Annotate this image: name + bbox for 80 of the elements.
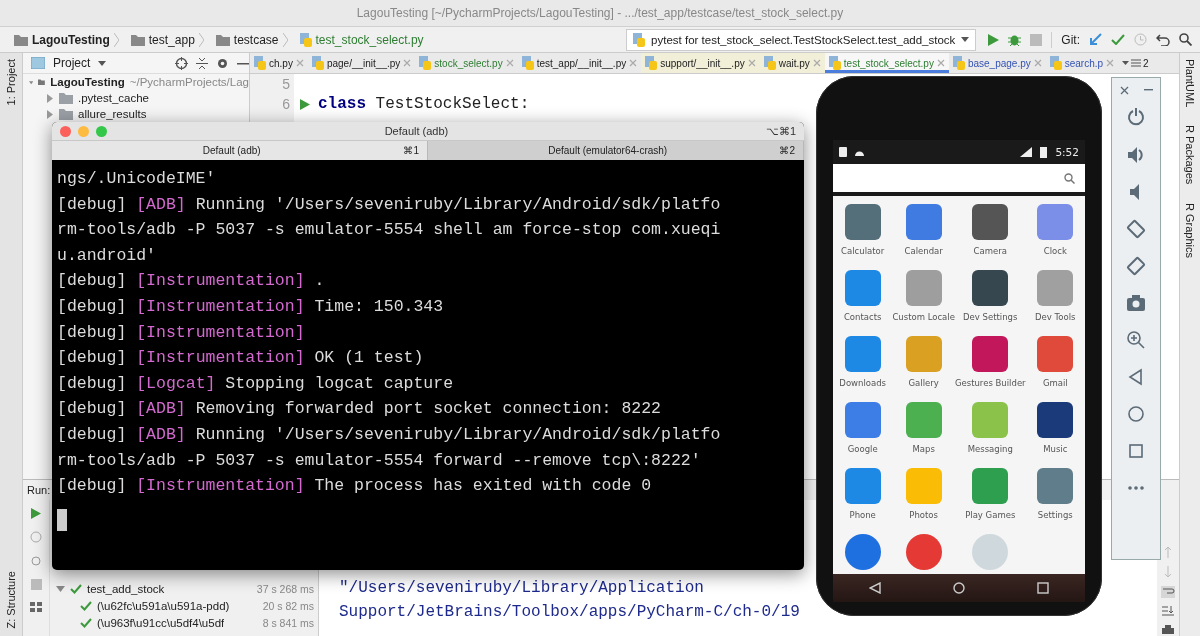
test-name[interactable]: (\u62fc\u591a\u591a-pdd) <box>97 599 230 612</box>
tree-item[interactable]: allure_results <box>78 108 147 120</box>
line-number: 5 <box>282 76 290 92</box>
test-name[interactable]: test_add_stock <box>87 582 165 595</box>
tree-item[interactable]: LagouTesting <box>50 76 125 88</box>
project-path: ~/PycharmProjects/Lag <box>129 76 249 88</box>
terminal-line: ngs/.UnicodeIME' <box>57 168 217 190</box>
code-line: class TestStockSelect: <box>318 95 530 113</box>
shortcut-label: ⌥⌘1 <box>765 124 796 138</box>
terminal-line: u.android' <box>57 244 158 267</box>
tool-window-tab[interactable]: Z: Structure <box>5 570 17 628</box>
app-label: Camera <box>973 246 1007 256</box>
window-title: LagouTesting [~/PycharmProjects/LagouTesting] - .../test_app/testcase/test_stock_select.py <box>356 6 844 20</box>
terminal-line: [debug] [ADB] Removing forwarded port socket connection: 8222 <box>57 398 662 421</box>
editor-tab[interactable]: support/__init__.py <box>641 53 760 73</box>
breadcrumb-item[interactable]: LagouTesting <box>32 32 110 47</box>
hidden-tabs-count: 2 <box>1143 57 1149 69</box>
app-label: Photos <box>909 510 938 520</box>
breadcrumb-item[interactable]: testcase <box>233 32 279 47</box>
app-label: Dev Tools <box>1035 312 1076 322</box>
tab-label: test_stock_select.py <box>843 57 934 69</box>
app-label: Music <box>1043 444 1068 454</box>
tab-label: page/__init__.py <box>326 57 401 69</box>
tab-label: ch.py <box>269 57 293 69</box>
terminal-tab[interactable]: Default (emulator64-crash) ⌘2 <box>428 141 804 160</box>
app-label: Gallery <box>908 378 939 388</box>
window-title: Default (adb) <box>384 125 449 137</box>
app-label: Gmail <box>1042 378 1068 388</box>
tab-label: search.p <box>1064 57 1104 69</box>
tool-window-tab[interactable]: 1: Project <box>5 59 17 106</box>
terminal-line: rm-tools/adb -P 5037 -s emulator-5554 forward --remove tcp\:8222' <box>57 449 702 472</box>
app-label: Contacts <box>843 312 882 322</box>
git-label: Git: <box>1061 32 1080 47</box>
terminal-line: [debug] [Instrumentation] The process has exited with code 0 <box>57 475 653 498</box>
terminal-line: [debug] [Instrumentation] Time: 150.343 <box>57 295 445 318</box>
tool-window-tab[interactable]: R Packages <box>1184 125 1196 185</box>
app-label: Dev Settings <box>963 312 1018 322</box>
app-label: Custom Locale <box>892 312 955 322</box>
terminal-line: [debug] [Instrumentation] . <box>57 270 326 293</box>
tab-label: test_app/__init__.py <box>536 57 627 69</box>
test-duration: 20 s 82 ms <box>262 599 315 612</box>
breadcrumb-item[interactable]: test_stock_select.py <box>315 32 424 47</box>
app-label: Calculator <box>841 246 885 256</box>
line-number: 6 <box>282 96 290 112</box>
app-label: Play Games <box>965 510 1016 520</box>
app-label: Clock <box>1043 246 1067 256</box>
tab-label: wait.py <box>778 57 810 69</box>
terminal-line: [debug] [ADB] Running '/Users/seveniruby/Library/Android/sdk/platfo <box>57 423 722 446</box>
editor-tab[interactable]: wait.py <box>759 53 825 73</box>
tree-item[interactable]: .pytest_cache <box>78 92 149 104</box>
breadcrumb-item[interactable]: test_app <box>148 32 195 47</box>
app-label: Gestures Builder <box>954 378 1026 388</box>
test-name[interactable]: (\u963f\u91cc\u5df4\u5df <box>97 616 225 629</box>
terminal-tab[interactable]: Default (adb) ⌘1 <box>52 141 428 160</box>
terminal-line: [debug] [ADB] Running '/Users/seveniruby/Library/Android/sdk/platfo <box>57 193 722 216</box>
tab-label: support/__init__.py <box>660 57 745 69</box>
tool-window-tab[interactable]: R Graphics <box>1184 202 1196 258</box>
terminal-line: [debug] [Instrumentation] OK (1 test) <box>57 347 425 370</box>
app-label: Messaging <box>967 444 1013 454</box>
app-label: Calendar <box>904 246 943 256</box>
test-duration: 8 s 841 ms <box>262 616 315 629</box>
project-view-dropdown[interactable]: Project <box>53 56 91 70</box>
status-time: 5:52 <box>1055 146 1079 158</box>
app-label: Settings <box>1037 510 1073 520</box>
tab-label: stock_select.py <box>434 57 503 69</box>
terminal-line: [debug] [Logcat] Stopping logcat capture <box>57 372 455 395</box>
console-output-line: "/Users/seveniruby/Library/Application <box>339 578 704 599</box>
test-duration: 37 s 268 ms <box>256 582 315 595</box>
terminal-line: [debug] [Instrumentation] <box>57 321 306 344</box>
app-label: Phone <box>849 510 876 520</box>
run-configuration-dropdown[interactable]: pytest for test_stock_select.TestStockSelect.test_add_stock <box>626 28 977 51</box>
app-label: Maps <box>912 444 935 454</box>
editor-tab[interactable]: test_stock_select.py <box>824 53 949 73</box>
app-label: Downloads <box>839 378 887 388</box>
console-output-line: Support/JetBrains/Toolbox/apps/PyCharm-C/ch-0/19 <box>339 602 800 623</box>
terminal-line: rm-tools/adb -P 5037 -s emulator-5554 shell am force-stop com.xueqi <box>57 219 722 242</box>
tool-window-tab[interactable]: PlantUML <box>1184 59 1196 108</box>
app-label: Google <box>847 444 878 454</box>
tab-label: base_page.py <box>967 57 1031 69</box>
run-label: Run: <box>27 484 51 496</box>
